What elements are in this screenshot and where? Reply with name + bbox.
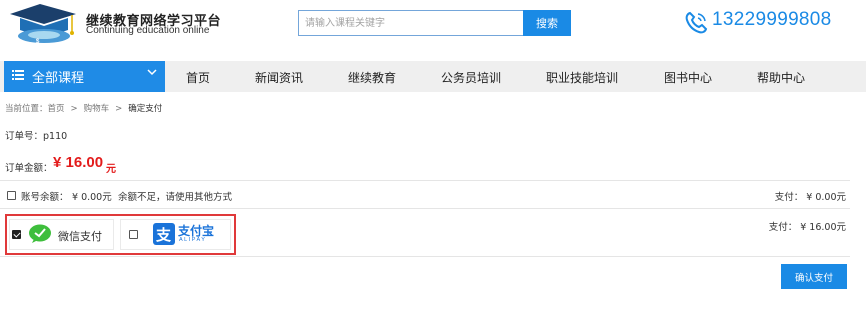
nav-item-home[interactable]: 首页 — [186, 69, 210, 86]
order-amount-unit: 元 — [106, 164, 116, 175]
svg-text:支: 支 — [155, 226, 172, 244]
wechat-pay-checkbox[interactable] — [12, 230, 21, 239]
nav-item-civil-service[interactable]: 公务员培训 — [441, 69, 501, 86]
divider — [0, 256, 850, 257]
balance-amount: ¥ 0.00元 — [72, 192, 112, 203]
payment-method-box: 微信支付 支 支付宝 ALIPAY — [5, 214, 236, 255]
phone-icon — [685, 11, 708, 34]
breadcrumb-prefix: 当前位置： — [5, 104, 48, 114]
alipay-checkbox[interactable] — [129, 230, 138, 239]
breadcrumb-separator: > — [115, 104, 123, 114]
search-input[interactable] — [298, 10, 524, 36]
divider — [0, 180, 850, 181]
order-number: 订单号：p110 — [5, 131, 68, 142]
divider — [0, 208, 850, 209]
order-amount-label: 订单金额： — [5, 163, 53, 174]
breadcrumb-current: 确定支付 — [128, 104, 163, 114]
breadcrumb-separator: > — [70, 104, 78, 114]
nav-item-help[interactable]: 帮助中心 — [757, 69, 805, 86]
nav-item-books[interactable]: 图书中心 — [664, 69, 712, 86]
nav-item-vocational[interactable]: 职业技能培训 — [546, 69, 618, 86]
phone-number: 13229999808 — [712, 9, 832, 30]
site-subtitle: Continuing education online — [86, 25, 210, 36]
all-courses-label: 全部课程 — [32, 71, 85, 86]
breadcrumb-home[interactable]: 首页 — [48, 104, 65, 114]
order-amount-value: ¥ 16.00 — [53, 154, 104, 171]
nav-item-news[interactable]: 新闻资讯 — [255, 69, 303, 86]
search-button[interactable]: 搜索 — [523, 10, 571, 36]
main-nav: 全部课程 首页 新闻资讯 继续教育 公务员培训 职业技能培训 图书中心 帮助中心 — [0, 61, 866, 92]
breadcrumb-cart[interactable]: 购物车 — [84, 104, 110, 114]
alipay-label-en: ALIPAY — [179, 237, 207, 243]
confirm-payment-button[interactable]: 确认支付 — [781, 264, 847, 289]
wechat-pay-option[interactable]: 微信支付 — [9, 219, 114, 250]
online-pay-amount: 支付： ¥ 16.00元 — [768, 222, 846, 233]
menu-list-icon — [12, 70, 24, 80]
balance-note: 余额不足，请使用其他方式 — [118, 192, 233, 203]
wechat-icon — [29, 224, 51, 243]
balance-label: 账号余额： — [21, 192, 69, 203]
nav-item-continuing-education[interactable]: 继续教育 — [348, 69, 396, 86]
balance-pay-amount: 支付： ¥ 0.00元 — [774, 192, 846, 203]
chevron-down-icon — [147, 69, 157, 76]
breadcrumb: 当前位置：首页 > 购物车 > 确定支付 — [5, 102, 162, 114]
all-courses-menu[interactable]: 全部课程 — [4, 61, 165, 92]
balance-checkbox[interactable] — [7, 191, 16, 200]
wechat-pay-label: 微信支付 — [58, 230, 102, 243]
graduation-cap-logo-icon[interactable]: $ — [6, 2, 84, 46]
alipay-option[interactable]: 支 支付宝 ALIPAY — [120, 219, 231, 250]
alipay-icon: 支 — [153, 223, 175, 245]
header: $ 继续教育网络学习平台 Continuing education online… — [0, 0, 866, 60]
